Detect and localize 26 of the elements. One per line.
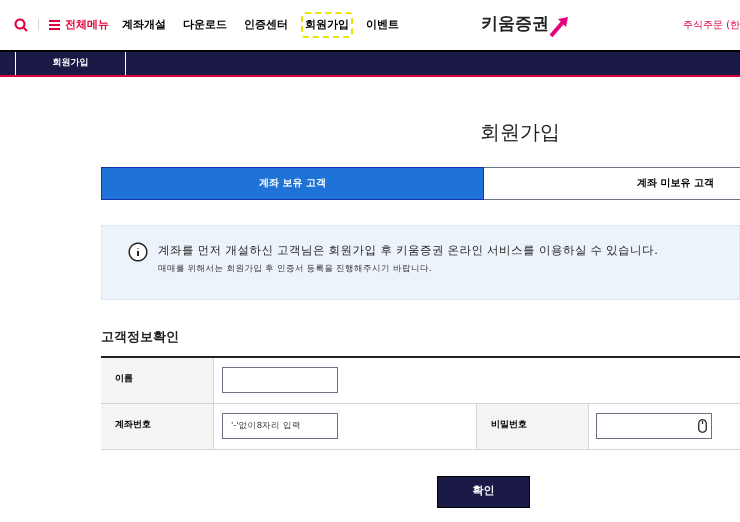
section-title: 고객정보확인 [101, 329, 180, 347]
mouse-icon[interactable] [698, 419, 707, 433]
field-label: 비밀번호 [477, 404, 589, 448]
page-title: 회원가입 [480, 119, 560, 146]
confirm-button[interactable]: 확인 [437, 476, 530, 508]
menu-icon[interactable] [49, 20, 60, 30]
nav-link[interactable]: 계좌개설 [118, 12, 170, 38]
password-field[interactable] [596, 413, 712, 439]
breadcrumb-item[interactable]: 회원가입 [16, 52, 126, 75]
logo[interactable]: 키움증권 [481, 12, 569, 38]
input-field[interactable] [222, 367, 338, 393]
tab[interactable]: 계좌 보유 고객 [101, 167, 484, 200]
nav-link[interactable]: 회원가입 [301, 12, 353, 38]
all-menu-link[interactable]: 전체메뉴 [65, 16, 109, 34]
tab[interactable]: 계좌 미보유 고객 [484, 167, 740, 200]
notice-subtext: 매매를 위해서는 회원가입 후 인증서 등록을 진행해주시기 바랍니다. [158, 263, 433, 276]
stock-order-link[interactable]: 주식주문 (한 [682, 18, 740, 32]
notice-text: 계좌를 먼저 개설하신 고객님은 회원가입 후 키움증권 온라인 서비스를 이용하실 수 있습니다. [158, 242, 658, 259]
input-field[interactable]: '-'없이8자리 입력 [222, 413, 338, 439]
field-label: 이름 [101, 358, 214, 402]
nav-link[interactable]: 이벤트 [362, 12, 403, 38]
nav-link[interactable]: 다운로드 [179, 12, 231, 38]
search-icon[interactable] [14, 18, 28, 32]
field-label: 계좌번호 [101, 404, 214, 448]
nav-link[interactable]: 인증센터 [240, 12, 292, 38]
info-icon [128, 242, 148, 262]
